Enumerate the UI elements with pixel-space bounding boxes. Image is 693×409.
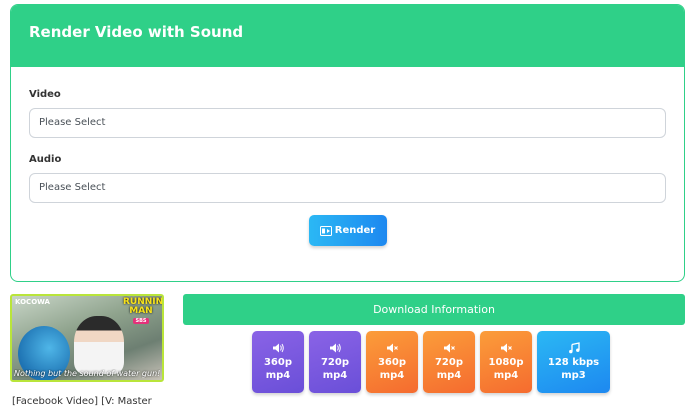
thumbnail-caption: Nothing but the sound of water gun! xyxy=(14,369,160,378)
download-1080p-mp4-noaudio-button[interactable]: 1080p mp4 xyxy=(480,331,532,393)
render-card: Render Video with Sound Video Please Sel… xyxy=(10,4,685,282)
download-720p-mp4-button[interactable]: 720p mp4 xyxy=(309,331,361,393)
download-360p-mp4-noaudio-button[interactable]: 360p mp4 xyxy=(366,331,418,393)
kocowa-logo: KOCOWA xyxy=(15,298,50,306)
running-man-logo: RUNNING MAN SBS xyxy=(123,297,164,324)
music-note-icon xyxy=(568,342,580,354)
download-720p-mp4-noaudio-button[interactable]: 720p mp4 xyxy=(423,331,475,393)
volume-icon xyxy=(330,343,341,353)
download-128kbps-mp3-button[interactable]: 128 kbps mp3 xyxy=(537,331,610,393)
download-info-header: Download Information xyxy=(183,294,685,325)
video-thumbnail: KOCOWA RUNNING MAN SBS Nothing but the s… xyxy=(10,294,164,382)
download-buttons: 360p mp4 720p mp4 360p mp4 720p mp4 1080… xyxy=(252,331,610,393)
audio-label: Audio xyxy=(29,154,62,165)
video-label: Video xyxy=(29,89,61,100)
audio-select[interactable]: Please Select xyxy=(29,173,666,203)
mute-icon xyxy=(444,343,455,353)
thumbnail-person xyxy=(74,316,124,374)
render-button-label: Render xyxy=(334,225,376,236)
download-360p-mp4-button[interactable]: 360p mp4 xyxy=(252,331,304,393)
render-form: Video Please Select Audio Please Select … xyxy=(11,89,684,246)
video-title: [Facebook Video] [V: Master xyxy=(12,396,152,407)
render-button[interactable]: Render xyxy=(308,215,387,246)
mute-icon xyxy=(501,343,512,353)
video-select[interactable]: Please Select xyxy=(29,108,666,138)
card-title: Render Video with Sound xyxy=(11,5,684,67)
film-icon xyxy=(319,225,332,236)
mute-icon xyxy=(387,343,398,353)
volume-icon xyxy=(273,343,284,353)
